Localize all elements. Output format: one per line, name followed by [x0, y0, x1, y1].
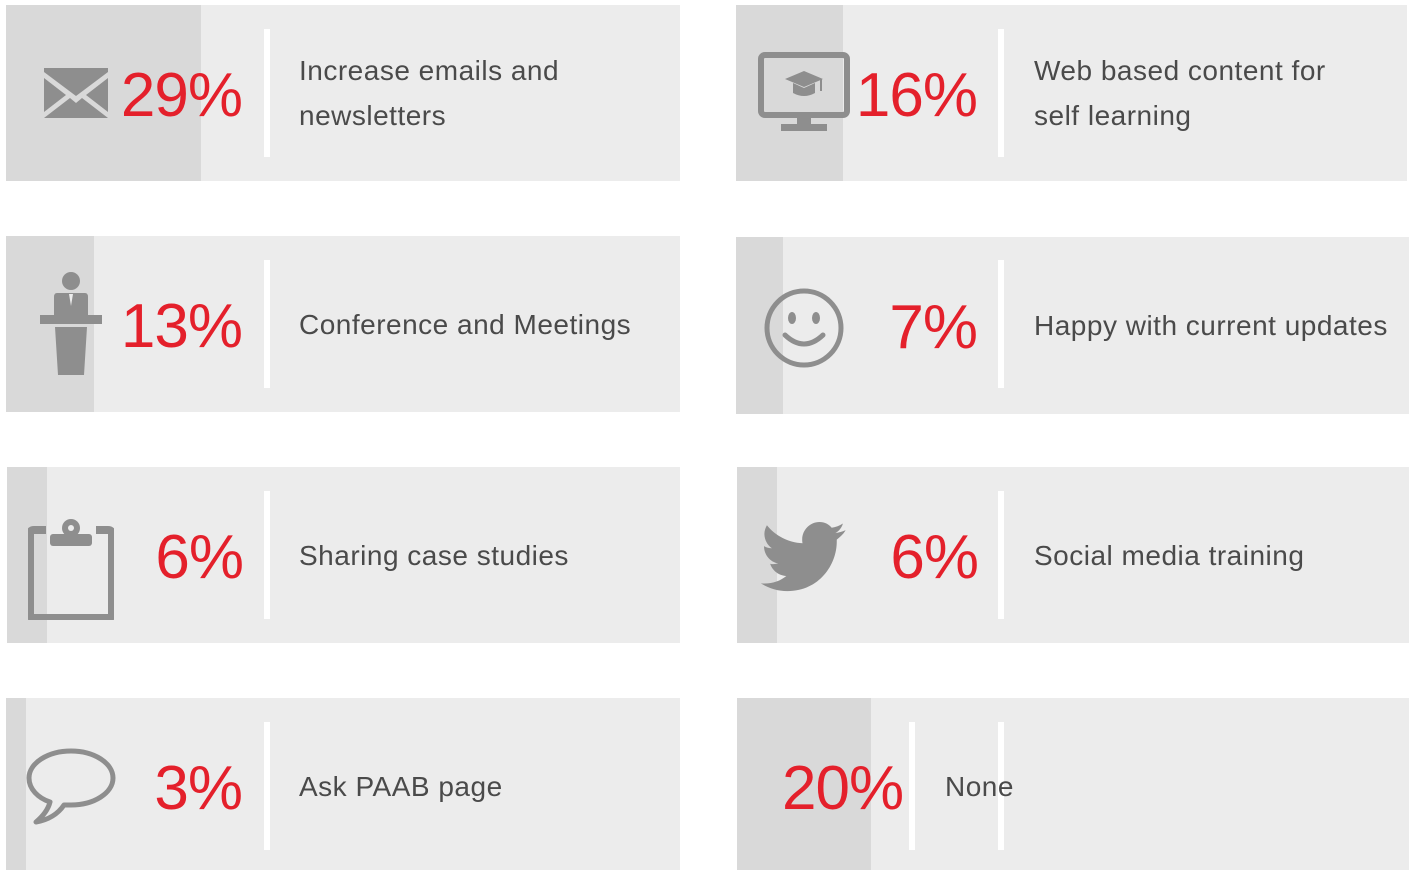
stat-card-case-studies: 6% Sharing case studies	[7, 467, 680, 643]
item-label: Happy with current updates	[1034, 303, 1388, 348]
divider	[998, 29, 1004, 157]
item-label-line: Ask PAAB page	[299, 771, 503, 802]
item-label-line: Web based content for	[1034, 55, 1326, 86]
item-label-line: None	[945, 771, 1014, 802]
value-percent: 6%	[155, 523, 244, 592]
item-label: Conference and Meetings	[299, 302, 631, 347]
value-percent: 29%	[120, 61, 243, 130]
divider	[264, 29, 270, 157]
item-label: None	[945, 764, 1014, 809]
stat-card-emails: 29% Increase emails and newsletters	[6, 5, 680, 181]
item-label: Ask PAAB page	[299, 764, 503, 809]
divider	[909, 722, 915, 850]
value-fill-bar	[6, 698, 26, 870]
item-label: Social media training	[1034, 533, 1304, 578]
item-label-line: Sharing case studies	[299, 540, 569, 571]
value-percent: 13%	[120, 292, 243, 361]
item-label-line: Happy with current updates	[1034, 310, 1388, 341]
divider	[998, 260, 1004, 388]
item-label-line: self learning	[1034, 100, 1192, 131]
value-percent: 6%	[890, 523, 979, 592]
stat-card-happy: 7% Happy with current updates	[736, 237, 1409, 414]
item-label-line: Conference and Meetings	[299, 309, 632, 340]
divider	[264, 260, 270, 388]
value-percent: 20%	[782, 754, 904, 823]
stat-card-web-content: 16% Web based content for self learning	[736, 5, 1407, 181]
divider	[264, 491, 270, 619]
speaker-podium-icon	[36, 270, 106, 378]
stat-card-social-media: 6% Social media training	[737, 467, 1409, 643]
item-label: Increase emails and newsletters	[299, 48, 559, 138]
monitor-graduation-cap-icon	[756, 51, 852, 135]
divider	[998, 491, 1004, 619]
envelope-icon	[40, 65, 112, 121]
item-label: Sharing case studies	[299, 533, 569, 578]
item-label-line: Social media training	[1034, 540, 1305, 571]
item-label: Web based content for self learning	[1034, 48, 1326, 138]
twitter-bird-icon	[759, 521, 849, 595]
value-percent: 16%	[855, 61, 978, 130]
stat-card-ask-paab: 3% Ask PAAB page	[6, 698, 680, 870]
speech-bubble-icon	[24, 746, 118, 826]
divider	[264, 722, 270, 850]
value-percent: 3%	[154, 754, 243, 823]
clipboard-icon	[27, 515, 115, 621]
value-percent: 7%	[889, 293, 978, 362]
item-label-line: newsletters	[299, 100, 447, 131]
stat-card-none: 20% None	[737, 698, 1409, 870]
stat-card-conference: 13% Conference and Meetings	[6, 236, 680, 412]
smiley-face-icon	[762, 286, 846, 370]
item-label-line: Increase emails and	[299, 55, 560, 86]
